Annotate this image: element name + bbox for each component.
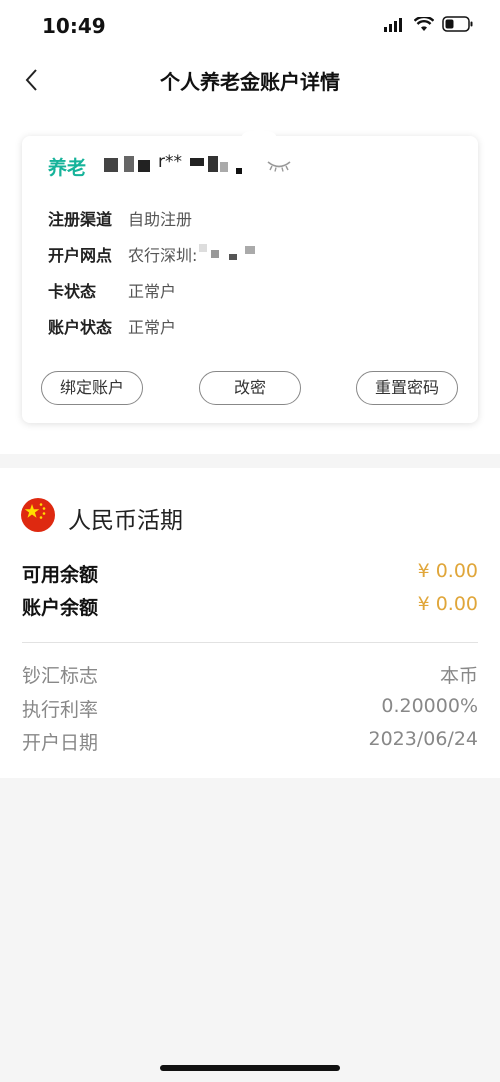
china-flag-icon xyxy=(21,498,55,532)
currency-section-title: 人民币活期 xyxy=(68,508,183,534)
card-notch xyxy=(242,130,276,142)
meta-value: 本币 xyxy=(439,665,478,687)
info-label: 卡状态 xyxy=(48,282,97,301)
status-icons xyxy=(384,15,474,36)
account-number-text: r** xyxy=(158,152,182,172)
meta-row-interest-rate: 执行利率 0.20000% xyxy=(22,695,478,722)
meta-row-cash-flag: 钞汇标志 本币 xyxy=(22,661,478,688)
info-value: 正常户 xyxy=(128,318,177,337)
change-password-button[interactable]: 改密 xyxy=(199,371,301,405)
balance-label: 可用余额 xyxy=(22,564,99,586)
bind-account-button[interactable]: 绑定账户 xyxy=(41,371,143,405)
info-value: 自助注册 xyxy=(128,210,193,229)
page-title: 个人养老金账户详情 xyxy=(160,70,340,94)
meta-row-open-date: 开户日期 2023/06/24 xyxy=(22,728,478,755)
nav-bar: 个人养老金账户详情 xyxy=(0,52,500,108)
info-row-branch: 开户网点 农行深圳: xyxy=(48,242,259,266)
balance-row-available: 可用余额 ¥ 0.00 xyxy=(22,560,478,587)
account-type-label: 养老 xyxy=(48,157,87,179)
info-label: 开户网点 xyxy=(48,246,113,265)
home-indicator[interactable] xyxy=(160,1065,340,1071)
balance-value: ¥ 0.00 xyxy=(417,593,478,615)
info-value: 农行深圳: xyxy=(128,246,198,265)
info-row-channel: 注册渠道 自助注册 xyxy=(48,206,192,230)
battery-icon xyxy=(442,16,474,36)
currency-section: 人民币活期 可用余额 ¥ 0.00 账户余额 ¥ 0.00 钞汇标志 本币 执行… xyxy=(0,468,500,778)
info-label: 注册渠道 xyxy=(48,210,113,229)
info-row-account-status: 账户状态 正常户 xyxy=(48,314,176,338)
balance-row-account: 账户余额 ¥ 0.00 xyxy=(22,593,478,620)
balance-value: ¥ 0.00 xyxy=(417,560,478,582)
meta-label: 钞汇标志 xyxy=(22,665,99,687)
meta-value: 2023/06/24 xyxy=(368,728,478,750)
balance-label: 账户余额 xyxy=(22,597,99,619)
status-bar: 10:49 xyxy=(0,0,500,52)
eye-closed-icon[interactable] xyxy=(266,158,292,174)
meta-label: 开户日期 xyxy=(22,732,99,754)
status-time: 10:49 xyxy=(42,14,106,38)
meta-label: 执行利率 xyxy=(22,699,99,721)
account-card: 养老 r** 注册渠道 自助注册 开户网点 农行深圳: 卡状态 正常户 账户状态… xyxy=(22,130,478,423)
meta-value: 0.20000% xyxy=(381,695,478,717)
signal-icon xyxy=(384,17,406,36)
divider xyxy=(22,642,478,643)
info-value: 正常户 xyxy=(128,282,177,301)
wifi-icon xyxy=(413,15,435,36)
info-row-card-status: 卡状态 正常户 xyxy=(48,278,176,302)
info-label: 账户状态 xyxy=(48,318,113,337)
branch-masked xyxy=(199,242,259,260)
reset-password-button[interactable]: 重置密码 xyxy=(356,371,458,405)
account-number-masked: r** xyxy=(104,152,274,178)
